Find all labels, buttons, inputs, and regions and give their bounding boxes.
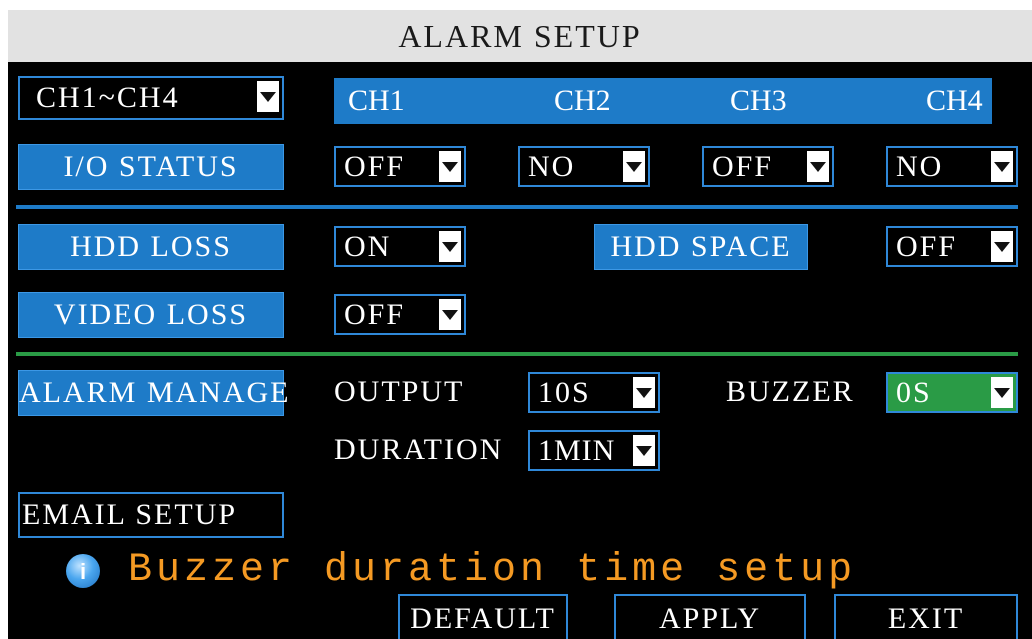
chevron-down-icon (633, 377, 655, 408)
output-select[interactable]: 10S (528, 372, 660, 413)
hdd-space-select[interactable]: OFF (886, 226, 1018, 267)
separator-green (16, 352, 1018, 356)
io-status-value-ch4: NO (896, 150, 944, 183)
window-title: ALARM SETUP (8, 10, 1032, 62)
alarm-manage-button[interactable]: ALARM MANAGE (18, 370, 289, 416)
io-status-value-ch2: NO (528, 150, 576, 183)
exit-button[interactable]: EXIT (834, 594, 1018, 639)
channel-label-4: CH4 (926, 84, 983, 117)
channel-group-value: CH1~CH4 (36, 81, 180, 114)
io-status-select-ch3[interactable]: OFF (702, 146, 834, 187)
io-status-select-ch4[interactable]: NO (886, 146, 1018, 187)
info-icon: i (66, 554, 100, 588)
buzzer-value: 0S (896, 376, 932, 409)
top-strip (0, 0, 1032, 10)
apply-button[interactable]: APPLY (614, 594, 806, 639)
duration-select[interactable]: 1MIN (528, 430, 660, 471)
alarm-setup-panel: CH1~CH4 CH1 CH2 CH3 CH4 I/O STATUS OFF N… (8, 62, 1032, 639)
video-loss-button[interactable]: VIDEO LOSS (18, 292, 284, 338)
separator-blue (16, 205, 1018, 209)
hdd-loss-value: ON (344, 230, 392, 263)
buzzer-select[interactable]: 0S (886, 372, 1018, 413)
video-loss-value: OFF (344, 298, 406, 331)
buzzer-label: BUZZER (726, 375, 855, 408)
chevron-down-icon (257, 81, 279, 112)
hdd-loss-button[interactable]: HDD LOSS (18, 224, 284, 270)
io-status-select-ch2[interactable]: NO (518, 146, 650, 187)
duration-label: DURATION (334, 433, 504, 466)
output-label: OUTPUT (334, 375, 465, 408)
chevron-down-icon (991, 151, 1013, 182)
default-button[interactable]: DEFAULT (398, 594, 568, 639)
io-status-select-ch1[interactable]: OFF (334, 146, 466, 187)
channel-label-1: CH1 (348, 84, 405, 117)
io-status-button[interactable]: I/O STATUS (18, 144, 284, 190)
io-status-value-ch3: OFF (712, 150, 774, 183)
chevron-down-icon (807, 151, 829, 182)
hdd-loss-select[interactable]: ON (334, 226, 466, 267)
hdd-space-button[interactable]: HDD SPACE (594, 224, 808, 270)
io-status-value-ch1: OFF (344, 150, 406, 183)
help-tip-text: Buzzer duration time setup (128, 548, 857, 593)
email-setup-button[interactable]: EMAIL SETUP (18, 492, 284, 538)
channel-group-select[interactable]: CH1~CH4 (18, 76, 284, 120)
output-value: 10S (538, 376, 591, 409)
chevron-down-icon (633, 435, 655, 466)
duration-value: 1MIN (538, 434, 616, 467)
chevron-down-icon (439, 299, 461, 330)
chevron-down-icon (439, 231, 461, 262)
chevron-down-icon (623, 151, 645, 182)
channel-label-2: CH2 (554, 84, 611, 117)
chevron-down-icon (439, 151, 461, 182)
channel-header: CH1 CH2 CH3 CH4 (334, 78, 992, 124)
hdd-space-value: OFF (896, 230, 958, 263)
video-loss-select[interactable]: OFF (334, 294, 466, 335)
chevron-down-icon (991, 231, 1013, 262)
chevron-down-icon (991, 377, 1013, 408)
channel-label-3: CH3 (730, 84, 787, 117)
